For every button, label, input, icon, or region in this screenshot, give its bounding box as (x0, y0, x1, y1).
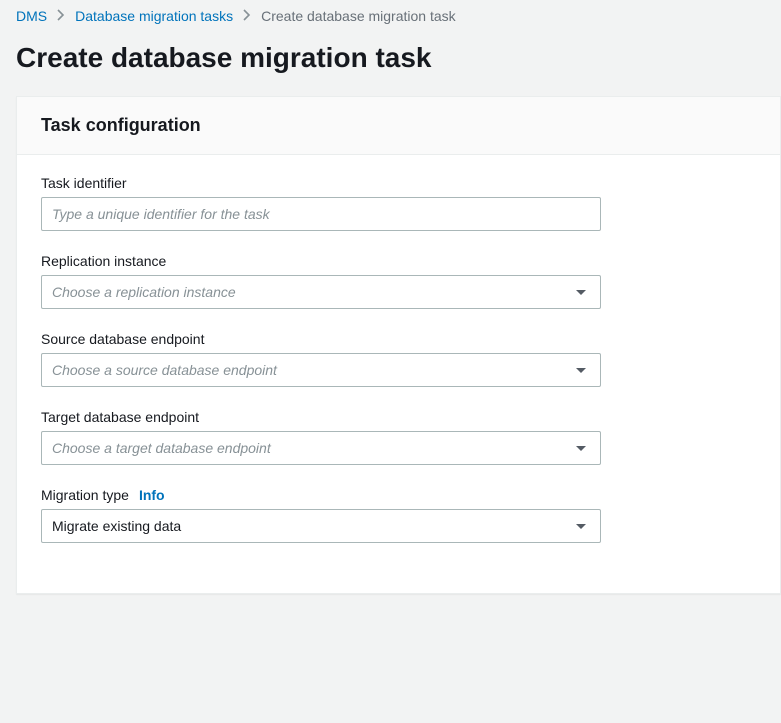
field-task-identifier: Task identifier (41, 175, 756, 231)
chevron-down-icon (576, 446, 586, 451)
label-replication-instance: Replication instance (41, 253, 756, 269)
panel-title: Task configuration (41, 115, 756, 136)
chevron-right-icon (57, 8, 65, 24)
select-value: Migrate existing data (52, 518, 181, 534)
field-replication-instance: Replication instance Choose a replicatio… (41, 253, 756, 309)
page-title: Create database migration task (0, 24, 781, 96)
task-identifier-input[interactable] (41, 197, 601, 231)
task-config-panel: Task configuration Task identifier Repli… (16, 96, 781, 594)
breadcrumb: DMS Database migration tasks Create data… (0, 0, 781, 24)
panel-header: Task configuration (17, 97, 780, 155)
select-placeholder: Choose a source database endpoint (52, 362, 277, 378)
label-migration-type: Migration type Info (41, 487, 756, 503)
target-endpoint-select[interactable]: Choose a target database endpoint (41, 431, 601, 465)
panel-body: Task identifier Replication instance Cho… (17, 155, 780, 593)
chevron-right-icon (243, 8, 251, 24)
source-endpoint-select[interactable]: Choose a source database endpoint (41, 353, 601, 387)
chevron-down-icon (576, 524, 586, 529)
label-text: Migration type (41, 487, 129, 503)
label-target-endpoint: Target database endpoint (41, 409, 756, 425)
info-link[interactable]: Info (139, 487, 165, 503)
field-migration-type: Migration type Info Migrate existing dat… (41, 487, 756, 543)
chevron-down-icon (576, 368, 586, 373)
breadcrumb-current: Create database migration task (261, 8, 456, 24)
label-task-identifier: Task identifier (41, 175, 756, 191)
select-placeholder: Choose a target database endpoint (52, 440, 271, 456)
breadcrumb-link-tasks[interactable]: Database migration tasks (75, 8, 233, 24)
field-target-endpoint: Target database endpoint Choose a target… (41, 409, 756, 465)
label-source-endpoint: Source database endpoint (41, 331, 756, 347)
migration-type-select[interactable]: Migrate existing data (41, 509, 601, 543)
breadcrumb-link-dms[interactable]: DMS (16, 8, 47, 24)
select-placeholder: Choose a replication instance (52, 284, 236, 300)
field-source-endpoint: Source database endpoint Choose a source… (41, 331, 756, 387)
chevron-down-icon (576, 290, 586, 295)
replication-instance-select[interactable]: Choose a replication instance (41, 275, 601, 309)
